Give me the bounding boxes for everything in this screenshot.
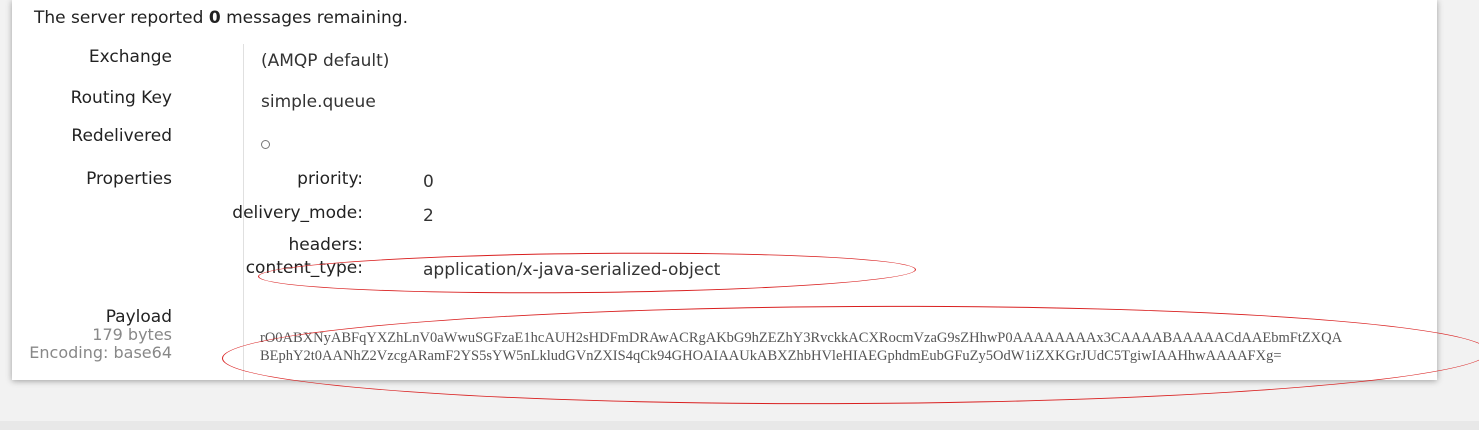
payload-line-1: rO0ABXNyABFqYXZhLnV0aWwuSGFzaE1hcAUH2sHD… [260, 330, 1343, 346]
message-panel: The server reported 0 messages remaining… [12, 0, 1479, 408]
circle-icon [261, 140, 270, 149]
messages-remaining-status: The server reported 0 messages remaining… [34, 8, 408, 28]
status-suffix: messages remaining. [220, 8, 408, 28]
delivery-mode-key: delivery_mode: [232, 203, 363, 223]
payload-encoding: Encoding: base64 [29, 343, 172, 362]
routing-key-value: simple.queue [261, 92, 376, 112]
payload-line-2: BEphY2t0AANhZ2VzcgARamF2YS5sYW5nLkludGVn… [260, 348, 1282, 364]
headers-key: headers: [288, 235, 363, 255]
content-type-value: application/x-java-serialized-object [423, 260, 721, 280]
status-prefix: The server reported [34, 8, 209, 28]
exchange-label: Exchange [88, 47, 172, 67]
payload-label: Payload [105, 307, 172, 327]
routing-key-label: Routing Key [70, 88, 172, 108]
properties-label: Properties [86, 169, 172, 189]
delivery-mode-value: 2 [423, 206, 434, 226]
priority-key: priority: [297, 169, 363, 189]
page: The server reported 0 messages remaining… [0, 0, 1479, 430]
bottom-divider [0, 421, 1479, 430]
remaining-count: 0 [208, 8, 221, 28]
content-type-key: content_type: [245, 258, 363, 278]
payload-size: 179 bytes [92, 325, 172, 344]
exchange-value: (AMQP default) [261, 51, 390, 71]
priority-value: 0 [423, 172, 434, 192]
redelivered-label: Redelivered [71, 126, 172, 146]
